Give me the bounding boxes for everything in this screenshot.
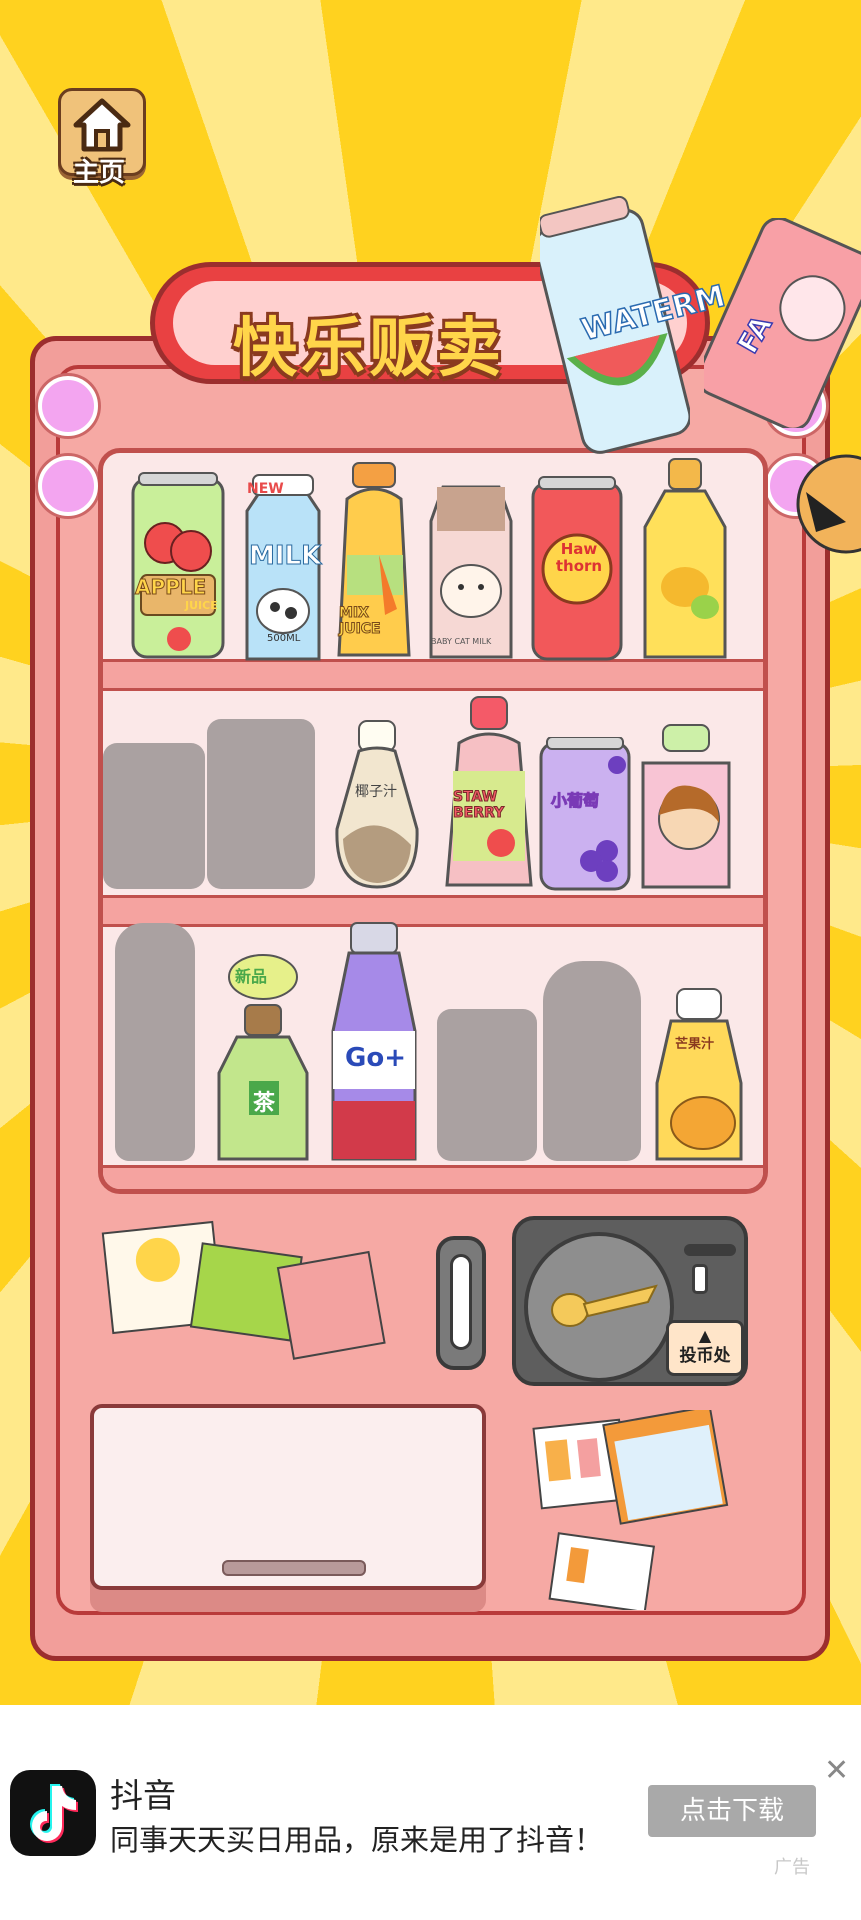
apple-juice-can[interactable] [129,471,227,661]
go-plus-label: Go+ [345,1043,406,1073]
empty-slot-silhouette [115,923,195,1161]
douyin-app-icon[interactable] [10,1770,96,1856]
coin-dial[interactable] [524,1232,674,1382]
shelf [103,659,763,691]
ad-description: 同事天天买日用品，原来是用了抖音！ [110,1823,604,1857]
empty-slot-silhouette [543,961,641,1161]
side-knob [38,376,98,436]
pickup-tray[interactable] [90,1404,486,1590]
grape-can[interactable] [537,737,633,891]
new-item-label: 新品 [235,967,268,986]
new-tag: NEW [247,481,284,497]
decorative-sticker [796,454,861,554]
side-knob [38,456,98,516]
empty-slot-silhouette [207,719,315,889]
empty-slot-silhouette [437,1009,537,1161]
coin-slot-label: ▲ 投币处 [666,1320,744,1376]
apple-label: APPLE [134,575,207,600]
girl-bottle[interactable] [635,723,737,891]
home-label: 主页 [72,158,125,188]
strawberry-label: STAW BERRY [453,789,505,822]
peach-can-flying [704,218,861,428]
shelf [103,1165,763,1189]
go-plus-bottle[interactable] [325,921,423,1163]
apple-sub-label: JUICE [185,599,218,612]
cat-milk-label: BABY CAT MILK [431,637,492,646]
sticker-cluster-left [101,1220,386,1360]
close-icon[interactable]: ✕ [824,1753,849,1788]
up-arrow-icon: ▲ [698,1326,712,1345]
download-button[interactable]: 点击下载 [648,1785,816,1837]
machine-title: 快乐贩卖 [233,312,505,386]
milk-label: MILK [248,541,322,572]
milk-volume: 500ML [267,633,301,644]
ad-banner[interactable]: 抖音 同事天天买日用品，原来是用了抖音！ 点击下载 ✕ 广告 [0,1705,861,1920]
coconut-juice-label: 椰子汁 [355,784,397,800]
shelf [103,895,763,927]
dispense-lever[interactable] [436,1236,486,1370]
drink-display-case: APPLE JUICE NEW MILK 500ML MIX JUICE BAB… [98,448,768,1194]
tea-label: 茶 [253,1091,276,1116]
ad-app-name: 抖音 [110,1776,176,1815]
home-button[interactable]: 主页 [56,88,146,188]
coconut-juice-bottle[interactable] [329,719,425,891]
cat-milk-bottle[interactable] [421,481,521,661]
hawthorn-label: Haw thorn [555,540,603,575]
mango-juice-bottle[interactable] [649,987,749,1163]
coin-key-icon [551,1284,658,1327]
lemon-bottle[interactable] [635,457,735,661]
sticker-cluster-right [532,1410,729,1610]
mix-juice-label: MIX JUICE [339,605,382,638]
ad-tag: 广告 [774,1857,810,1878]
grape-label: 小葡萄 [550,791,600,811]
tray-handle[interactable] [222,1560,366,1576]
empty-slot-silhouette [103,743,205,889]
coin-slot-panel: ▲ 投币处 [512,1216,748,1386]
coin-indicator [692,1264,708,1294]
mango-juice-label: 芒果汁 [675,1037,715,1052]
coin-slot[interactable] [684,1244,736,1256]
